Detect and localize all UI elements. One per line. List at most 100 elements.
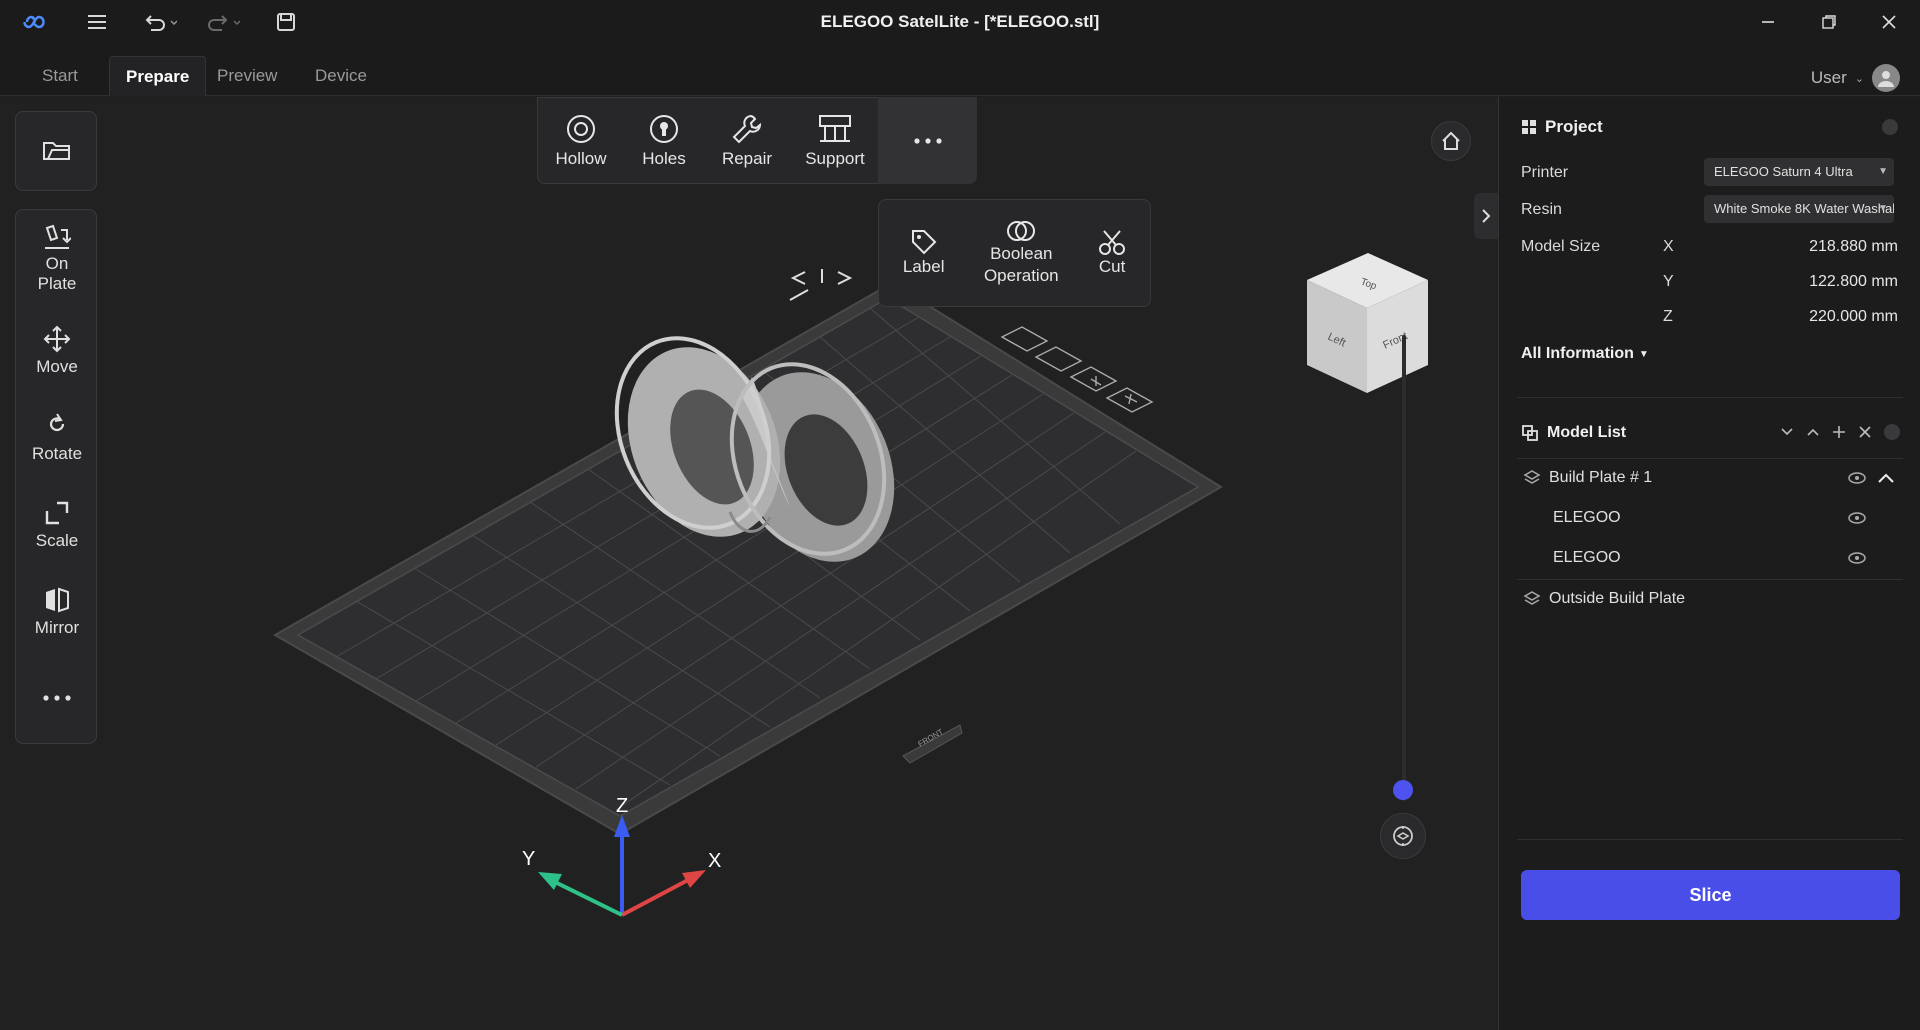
reset-view-button[interactable] <box>1380 813 1426 859</box>
minimize-button[interactable] <box>1748 8 1788 36</box>
chevron-down-icon: ▼ <box>1878 166 1888 177</box>
home-view-button[interactable] <box>1431 121 1471 161</box>
model-row[interactable]: ELEGOO <box>1517 539 1903 577</box>
outside-build-plate-label: Outside Build Plate <box>1549 590 1686 607</box>
repair-button[interactable]: Repair <box>704 98 790 184</box>
close-icon[interactable] <box>1858 425 1872 439</box>
all-information-toggle[interactable]: All Information ▼ <box>1521 345 1649 363</box>
resin-label: Resin <box>1521 201 1562 218</box>
close-button[interactable] <box>1869 8 1909 36</box>
size-y-value: 122.800 mm <box>1809 273 1898 290</box>
size-z-axis: Z <box>1663 308 1673 325</box>
layers-icon <box>1523 591 1541 605</box>
open-file-panel <box>15 111 97 191</box>
on-plate-button[interactable]: On Plate <box>16 210 98 307</box>
eye-icon[interactable] <box>1847 511 1867 525</box>
add-icon[interactable] <box>1832 425 1846 439</box>
hollow-icon <box>567 115 595 143</box>
mirror-button[interactable]: Mirror <box>16 568 98 655</box>
tab-prepare[interactable]: Prepare <box>109 56 207 96</box>
tag-icon <box>911 230 937 255</box>
section-divider <box>1517 397 1903 398</box>
wrench-icon <box>732 114 762 144</box>
save-icon[interactable] <box>274 10 298 34</box>
on-plate-icon <box>45 224 71 249</box>
x-axis-label: X <box>708 850 721 872</box>
user-menu[interactable]: User ⌄ <box>1811 64 1900 92</box>
outside-build-plate-row[interactable]: Outside Build Plate <box>1517 580 1903 618</box>
slice-button[interactable]: Slice <box>1521 870 1900 920</box>
tab-device[interactable]: Device <box>299 56 383 96</box>
tab-start[interactable]: Start <box>26 56 94 96</box>
move-button[interactable]: Move <box>16 307 98 394</box>
label-label: Label <box>902 257 945 276</box>
cut-label: Cut <box>1098 257 1126 276</box>
build-plate-row[interactable]: Build Plate # 1 <box>1517 459 1903 497</box>
model-list-icon <box>1522 425 1538 441</box>
view-cube[interactable]: Top Left Front <box>1307 253 1428 393</box>
layer-slider-track[interactable] <box>1402 335 1406 801</box>
chevron-up-icon[interactable] <box>1806 425 1820 439</box>
holes-button[interactable]: Holes <box>624 98 704 184</box>
panel-collapse-button[interactable] <box>1474 193 1498 239</box>
project-header: Project <box>1521 117 1603 137</box>
eye-icon[interactable] <box>1847 551 1867 565</box>
home-icon <box>1442 131 1460 150</box>
resin-select[interactable]: White Smoke 8K Water Washable ▼ <box>1704 195 1894 223</box>
chevron-down-icon: ▼ <box>1638 348 1649 360</box>
hollow-button[interactable]: Hollow <box>538 98 624 184</box>
layers-icon <box>1523 470 1541 484</box>
top-toolbar-more-button[interactable] <box>878 97 977 184</box>
tab-preview[interactable]: Preview <box>201 56 293 96</box>
section-divider <box>1517 839 1903 840</box>
mirror-icon <box>46 587 69 612</box>
layer-slider-thumb[interactable] <box>1393 780 1413 800</box>
project-collapse-icon[interactable] <box>1882 119 1898 135</box>
support-icon <box>819 115 851 142</box>
restore-button[interactable] <box>1809 8 1849 36</box>
chevron-down-icon: ⌄ <box>1854 72 1864 85</box>
rotate-label: Rotate <box>31 443 83 463</box>
printer-label: Printer <box>1521 164 1569 181</box>
project-icon <box>1522 120 1536 134</box>
undo-icon[interactable] <box>140 10 180 34</box>
scene-canvas[interactable]: FRONT Z X Y Top Left Front <box>0 97 1498 1030</box>
more-tools-button[interactable] <box>16 655 98 745</box>
mirror-label: Mirror <box>34 617 80 637</box>
cut-button[interactable]: Cut <box>1098 228 1126 278</box>
scale-button[interactable]: Scale <box>16 481 98 568</box>
label-button[interactable]: Label <box>903 228 945 278</box>
app-logo-icon <box>18 10 50 34</box>
boolean-icon <box>1007 221 1036 241</box>
scissors-icon <box>1099 230 1126 255</box>
model-row[interactable]: ELEGOO <box>1517 499 1903 537</box>
boolean-operation-label: Boolean Operation <box>983 244 1059 285</box>
rotate-icon <box>49 412 65 431</box>
rotate-button[interactable]: Rotate <box>16 394 98 481</box>
user-label: User <box>1810 68 1847 87</box>
view-toggle-icon[interactable] <box>789 269 853 301</box>
build-plate-label: Build Plate # 1 <box>1549 469 1653 486</box>
support-button[interactable]: Support <box>790 98 880 184</box>
printer-select[interactable]: ELEGOO Saturn 4 Ultra ▼ <box>1704 158 1894 186</box>
boolean-operation-button[interactable]: Boolean Operation <box>976 219 1066 287</box>
model-list-actions <box>1780 424 1900 440</box>
eye-icon[interactable] <box>1847 471 1867 485</box>
model-list-collapse-icon[interactable] <box>1884 424 1900 440</box>
hollow-label: Hollow <box>555 149 607 168</box>
left-toolbar: On Plate Move Rotate Scale Mirror <box>15 209 97 744</box>
hamburger-menu-icon[interactable] <box>84 10 110 34</box>
holes-label: Holes <box>642 149 686 168</box>
chevron-down-icon[interactable] <box>1780 425 1794 439</box>
redo-icon[interactable] <box>203 10 243 34</box>
y-axis-label: Y <box>522 848 535 870</box>
move-label: Move <box>36 356 78 376</box>
viewport-3d[interactable]: FRONT Z X Y Top Left Front On Plate Move… <box>0 97 1498 1030</box>
chevron-right-icon <box>1482 209 1491 223</box>
project-title: Project <box>1545 117 1603 136</box>
open-file-button[interactable] <box>16 112 98 192</box>
title-bar: ELEGOO SatelLite - [*ELEGOO.stl] <box>0 0 1920 44</box>
chevron-up-icon[interactable] <box>1877 472 1895 484</box>
folder-icon <box>43 142 70 160</box>
scale-label: Scale <box>35 530 79 550</box>
